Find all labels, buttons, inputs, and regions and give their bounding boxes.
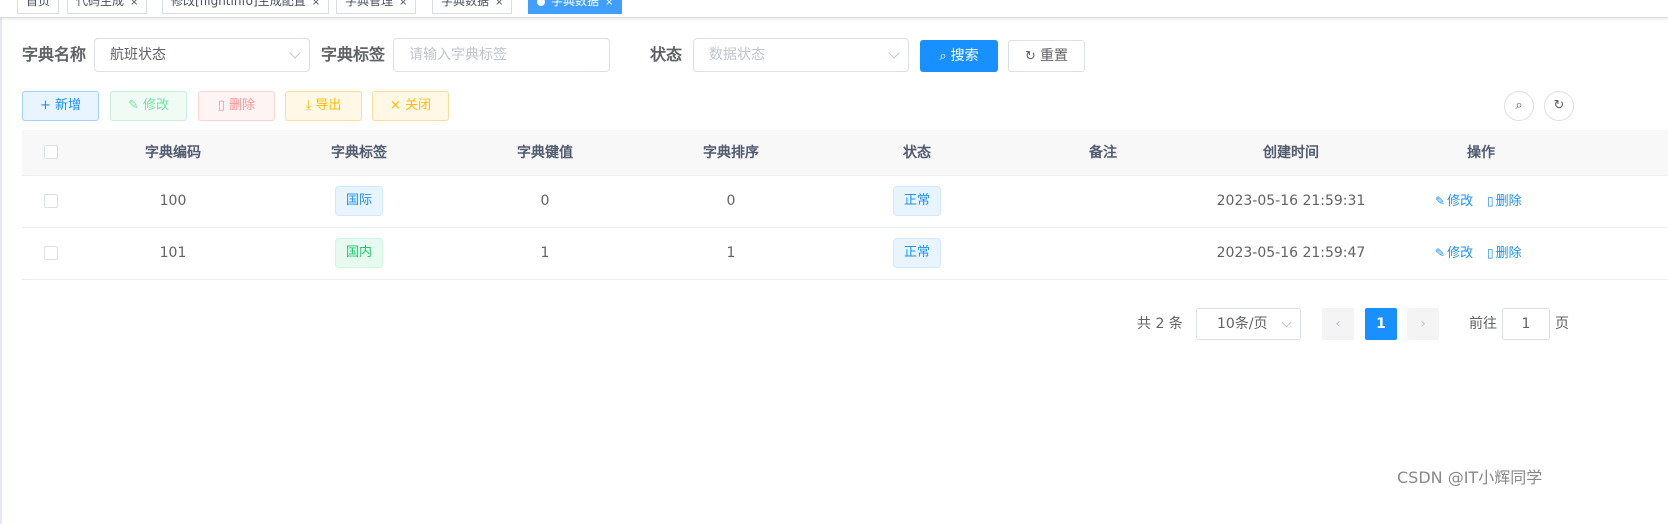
col-status: 状态 [903, 145, 931, 161]
watermark: CSDN @IT小辉同学 [1397, 468, 1543, 487]
search-icon: ⌕ [939, 49, 947, 64]
search-icon: ⌕ [1515, 98, 1523, 113]
cell-dict-label: 国际 [266, 176, 452, 227]
status-select[interactable]: 数据状态 [693, 38, 909, 72]
edit-icon: ✎ [128, 98, 139, 113]
status-badge: 正常 [892, 186, 941, 216]
tag-code-gen[interactable]: 代码生成 × [67, 0, 148, 14]
row-delete-link[interactable]: ▯ 删除 [1487, 228, 1522, 279]
status-label: 状态 [650, 45, 683, 64]
cell-dict-label: 国内 [266, 228, 452, 279]
tag-edit-gen-config[interactable]: 修改[flightinfo]生成配置 × [162, 0, 330, 14]
close-icon[interactable]: × [312, 0, 320, 8]
tags-bar: 首页 代码生成 × 修改[flightinfo]生成配置 × 字典管理 × 字典数据 ×… [0, 0, 1668, 18]
trash-icon: ▯ [217, 98, 226, 113]
dict-name-label: 字典名称 [22, 45, 87, 64]
page-size-select[interactable]: 10条/页 [1196, 308, 1301, 340]
edit-icon: ✎ [1435, 246, 1446, 260]
toggle-search-button[interactable]: ⌕ [1504, 91, 1534, 121]
cell-dict-value: 0 [540, 193, 550, 209]
dict-label-label: 字典标签 [321, 45, 386, 64]
cell-dict-code: 101 [159, 245, 187, 261]
table-row: 100 国际 0 0 正常 2023-05-16 21:59:31 ✎ 修改 ▯ 删… [22, 176, 1668, 228]
refresh-button[interactable]: ↻ [1544, 91, 1574, 121]
tag-dict-manage[interactable]: 字典管理 × [336, 0, 417, 14]
close-icon[interactable]: × [399, 0, 407, 8]
pagination-total: 共 2 条 [1137, 316, 1183, 332]
prev-page-button[interactable]: ‹ [1322, 308, 1354, 340]
col-created: 创建时间 [1263, 145, 1319, 161]
row-delete-link[interactable]: ▯ 删除 [1487, 176, 1522, 227]
add-button[interactable]: + 新增 [22, 91, 99, 121]
cell-dict-sort: 1 [726, 245, 736, 261]
close-icon: × [390, 98, 401, 113]
close-icon[interactable]: × [130, 0, 138, 8]
next-page-button[interactable]: › [1407, 308, 1439, 340]
dict-label-input[interactable]: 请输入字典标签 [393, 38, 610, 72]
col-actions: 操作 [1467, 145, 1495, 161]
col-dict-label: 字典标签 [331, 145, 387, 161]
goto-suffix: 页 [1555, 316, 1569, 332]
edit-icon: ✎ [1435, 194, 1446, 208]
dict-label-tag: 国际 [334, 186, 383, 216]
close-icon[interactable]: × [605, 0, 613, 8]
export-button[interactable]: ⤓ 导出 [285, 91, 362, 121]
table-header: 字典编码 字典标签 字典键值 字典排序 状态 备注 创建时间 操作 [22, 130, 1668, 176]
goto-page-input[interactable]: 1 [1502, 308, 1550, 340]
row-edit-link[interactable]: ✎ 修改 [1435, 176, 1473, 227]
row-checkbox[interactable] [44, 246, 58, 260]
col-remark: 备注 [1089, 145, 1117, 161]
cell-dict-code: 100 [159, 193, 187, 209]
delete-button[interactable]: ▯ 删除 [198, 91, 275, 121]
close-icon[interactable]: × [495, 0, 503, 8]
col-dict-sort: 字典排序 [703, 145, 759, 161]
close-button[interactable]: × 关闭 [372, 91, 449, 121]
left-border [0, 0, 2, 524]
chevron-left-icon: ‹ [1335, 316, 1341, 332]
page: 首页 代码生成 × 修改[flightinfo]生成配置 × 字典管理 × 字典数据 ×… [0, 0, 1668, 524]
cell-remark [1010, 176, 1196, 227]
dict-name-select[interactable]: 航班状态 [94, 38, 310, 72]
tag-dict-data-active[interactable]: 字典数据 × [528, 0, 623, 14]
page-number-current[interactable]: 1 [1365, 308, 1397, 340]
refresh-icon: ↻ [1553, 98, 1565, 113]
col-dict-code: 字典编码 [145, 145, 201, 161]
active-dot-icon [537, 0, 545, 6]
col-dict-value: 字典键值 [517, 145, 573, 161]
cell-created: 2023-05-16 21:59:47 [1216, 245, 1366, 261]
edit-button[interactable]: ✎ 修改 [110, 91, 187, 121]
select-all-checkbox[interactable] [44, 145, 58, 159]
chevron-down-icon [888, 47, 900, 59]
cell-status: 正常 [824, 228, 1010, 279]
row-edit-link[interactable]: ✎ 修改 [1435, 228, 1473, 279]
table-row: 101 国内 1 1 正常 2023-05-16 21:59:47 ✎ 修改 ▯ 删… [22, 228, 1668, 280]
row-checkbox[interactable] [44, 194, 58, 208]
goto-prefix: 前往 [1469, 316, 1497, 332]
reset-button[interactable]: ↻ 重置 [1008, 40, 1085, 72]
refresh-icon: ↻ [1025, 49, 1036, 64]
cell-created: 2023-05-16 21:59:31 [1216, 193, 1366, 209]
tag-home[interactable]: 首页 [17, 0, 60, 14]
cell-status: 正常 [824, 176, 1010, 227]
cell-dict-value: 1 [540, 245, 550, 261]
cell-dict-sort: 0 [726, 193, 736, 209]
download-icon: ⤓ [305, 98, 312, 113]
cell-remark [1010, 228, 1196, 279]
status-badge: 正常 [892, 238, 941, 268]
chevron-down-icon [289, 47, 301, 59]
tag-dict-data[interactable]: 字典数据 × [432, 0, 513, 14]
plus-icon: + [40, 98, 51, 113]
search-button[interactable]: ⌕ 搜索 [920, 40, 998, 72]
chevron-right-icon: › [1420, 316, 1426, 332]
dict-label-tag: 国内 [334, 238, 383, 268]
trash-icon: ▯ [1487, 246, 1494, 260]
chevron-down-icon [1281, 317, 1292, 328]
trash-icon: ▯ [1487, 194, 1494, 208]
